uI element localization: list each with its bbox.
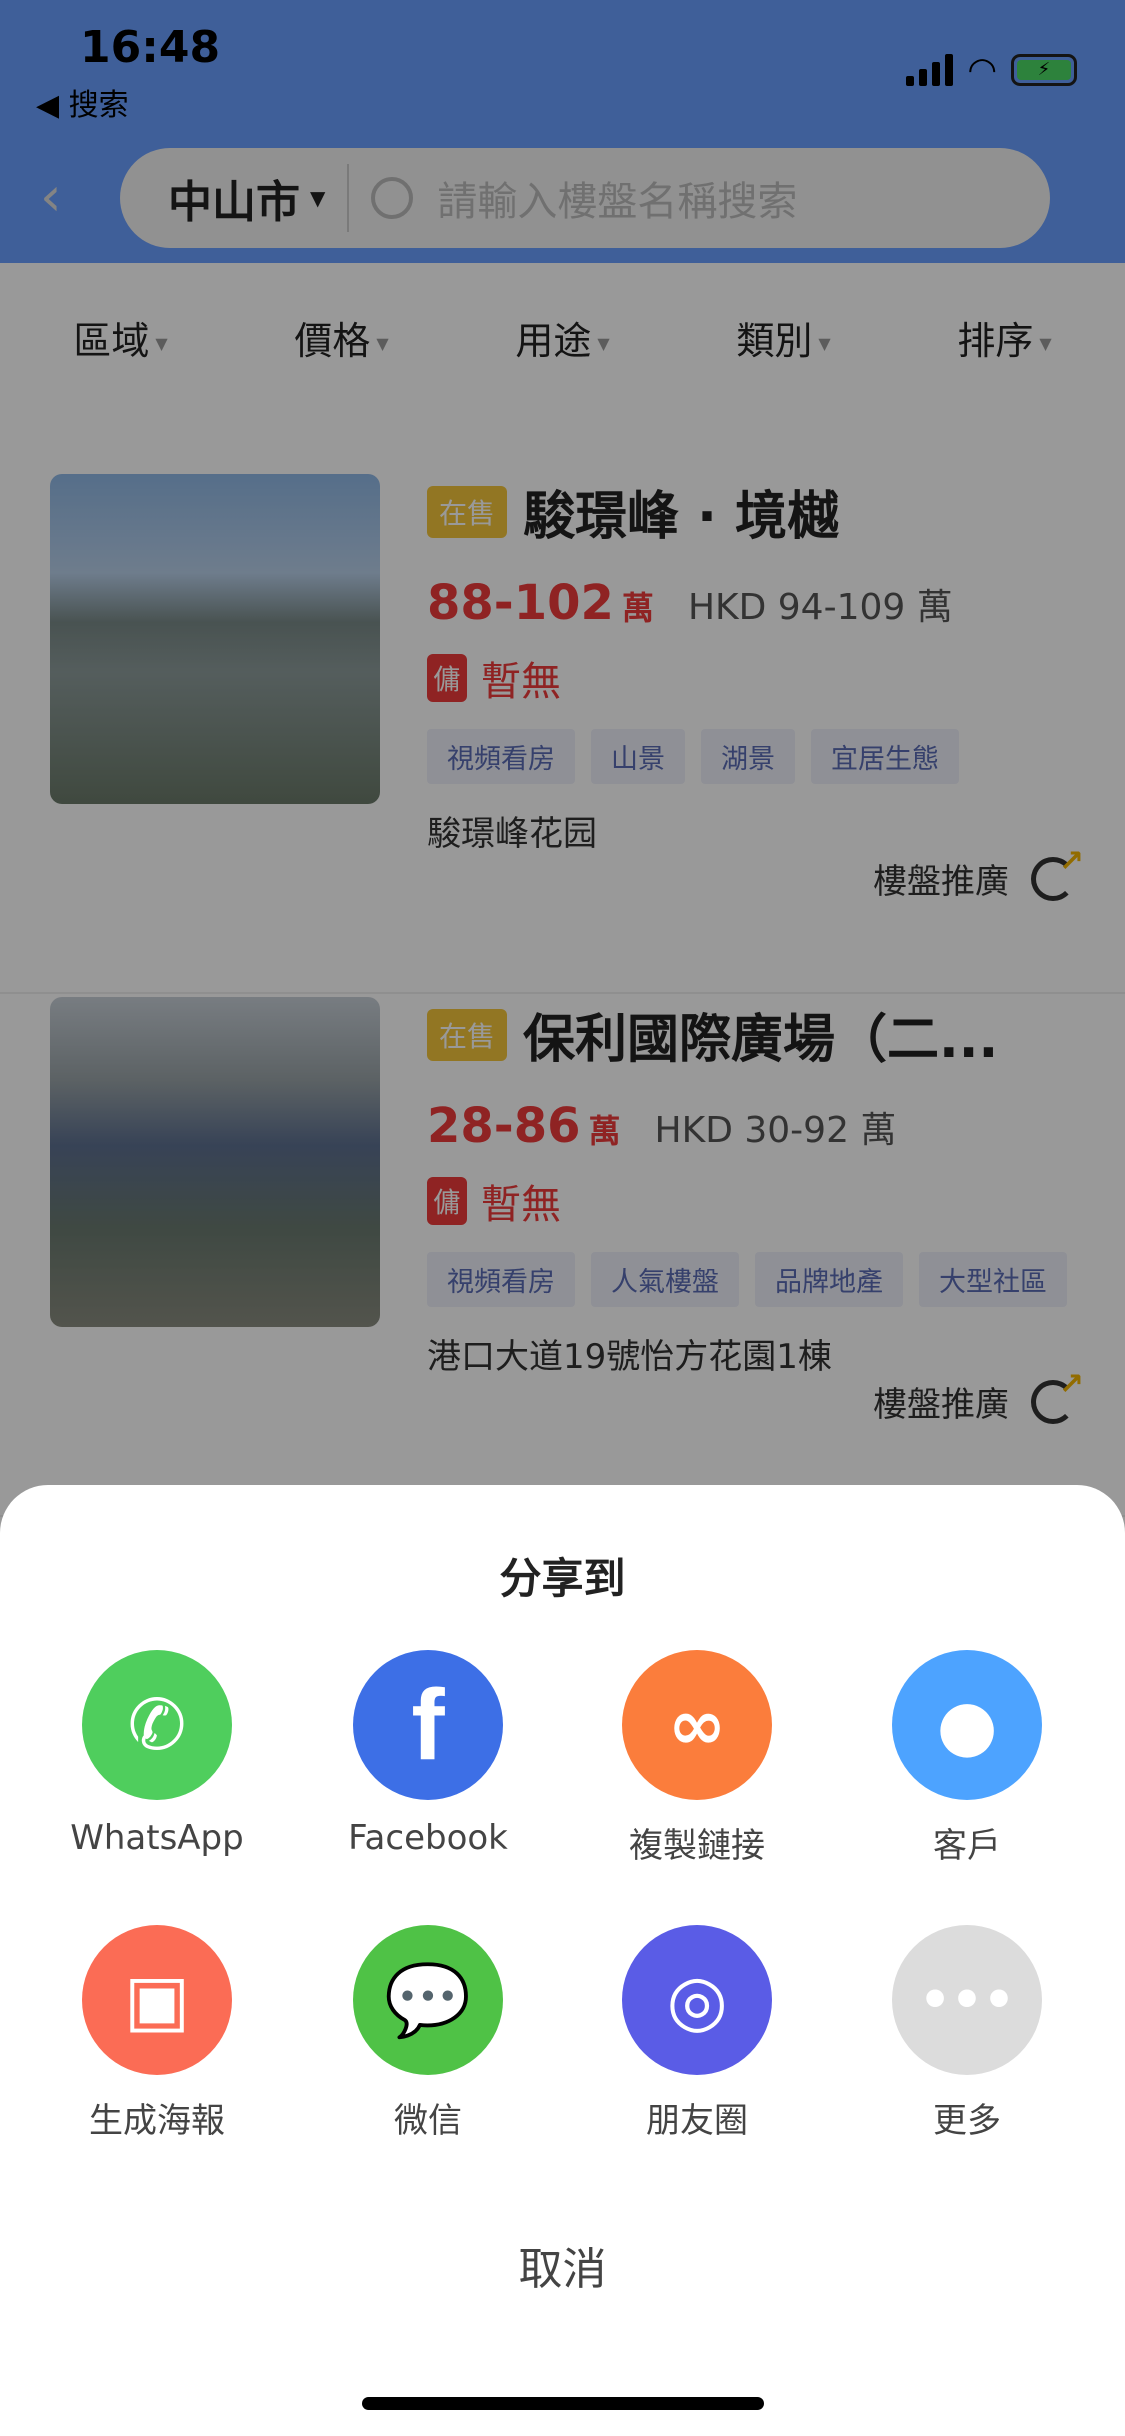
option-label: 客戶 (933, 1826, 1001, 1866)
share-facebook[interactable]: f Facebook (308, 1650, 548, 1858)
whatsapp-icon: ✆ (82, 1650, 232, 1800)
option-label: 微信 (394, 2101, 462, 2141)
option-label: 更多 (933, 2101, 1001, 2141)
more-icon: ••• (892, 1925, 1042, 2075)
image-icon: ▣ (82, 1925, 232, 2075)
cancel-button[interactable]: 取消 (0, 2233, 1125, 2297)
moments-icon: ◎ (622, 1925, 772, 2075)
share-client[interactable]: ● 客戶 (847, 1650, 1087, 1867)
option-label: 生成海報 (89, 2101, 225, 2141)
share-sheet-title: 分享到 (499, 1554, 626, 1603)
option-label: WhatsApp (70, 1818, 244, 1858)
wechat-icon: 💬 (353, 1925, 503, 2075)
share-copy-link[interactable]: ∞ 複製鏈接 (577, 1650, 817, 1867)
home-indicator[interactable] (362, 2397, 764, 2410)
share-whatsapp[interactable]: ✆ WhatsApp (37, 1650, 277, 1858)
link-icon: ∞ (622, 1650, 772, 1800)
option-label: 複製鏈接 (629, 1826, 765, 1866)
share-poster[interactable]: ▣ 生成海報 (37, 1925, 277, 2142)
share-moments[interactable]: ◎ 朋友圈 (577, 1925, 817, 2142)
facebook-icon: f (353, 1650, 503, 1800)
option-label: 朋友圈 (646, 2101, 748, 2141)
share-sheet: 分享到 ✆ WhatsApp f Facebook ∞ 複製鏈接 ● 客戶 ▣ 生成海報 … (0, 1485, 1125, 2436)
share-wechat[interactable]: 💬 微信 (308, 1925, 548, 2142)
option-label: Facebook (348, 1818, 508, 1858)
user-icon: ● (892, 1650, 1042, 1800)
share-more[interactable]: ••• 更多 (847, 1925, 1087, 2142)
